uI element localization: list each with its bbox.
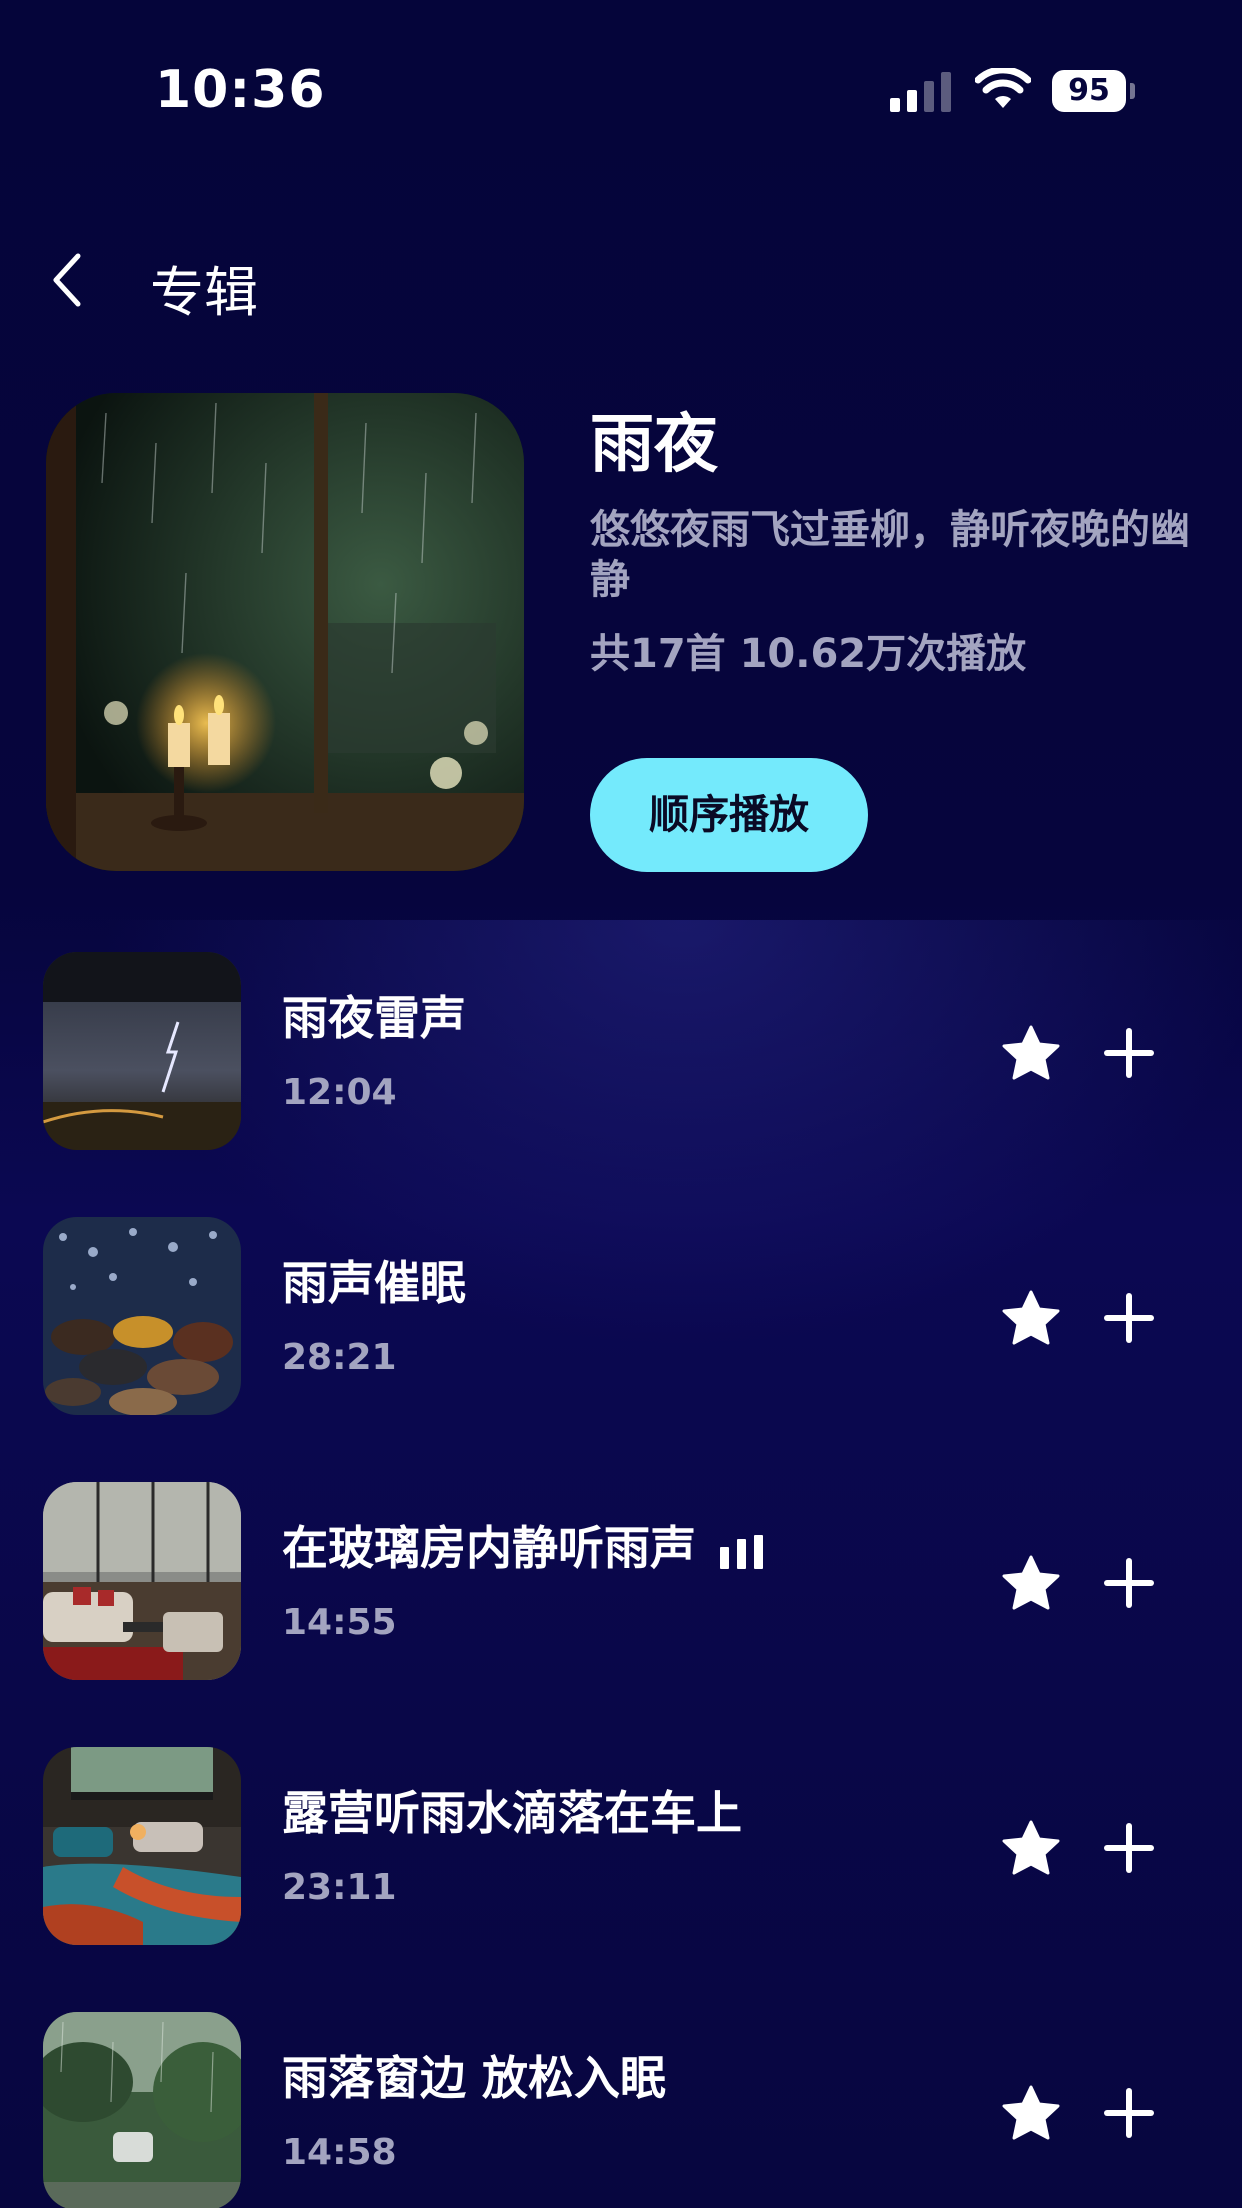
signal-icon: [890, 72, 951, 112]
star-icon[interactable]: [1000, 1289, 1062, 1347]
album-description: 悠悠夜雨飞过垂柳，静听夜晚的幽静: [590, 507, 1190, 603]
track-title: 雨落窗边 放松入眠: [282, 2042, 666, 2108]
track-duration: 12:04: [282, 1072, 397, 1113]
star-icon[interactable]: [1000, 1554, 1062, 1612]
star-icon[interactable]: [1000, 1819, 1062, 1877]
track-thumbnail: [43, 2012, 241, 2208]
plus-icon[interactable]: [1104, 1028, 1154, 1078]
track-thumbnail: [43, 952, 241, 1150]
battery-icon: 95: [1052, 70, 1135, 112]
track-thumbnail: [43, 1482, 241, 1680]
track-title: 雨夜雷声: [282, 982, 466, 1048]
track-row[interactable]: 雨声催眠 28:21: [0, 1217, 1242, 1417]
plus-icon[interactable]: [1104, 1823, 1154, 1873]
track-title: 露营听雨水滴落在车上: [282, 1777, 742, 1843]
track-thumbnail: [43, 1747, 241, 1945]
track-duration: 23:11: [282, 1867, 397, 1908]
plus-icon[interactable]: [1104, 2088, 1154, 2138]
track-title-text: 露营听雨水滴落在车上: [282, 1786, 742, 1840]
wifi-icon: [975, 68, 1031, 108]
track-row[interactable]: 雨夜雷声 12:04: [0, 952, 1242, 1152]
track-title-text: 雨声催眠: [282, 1256, 466, 1310]
plus-icon[interactable]: [1104, 1558, 1154, 1608]
plus-icon[interactable]: [1104, 1293, 1154, 1343]
now-playing-icon: [720, 1534, 763, 1569]
star-icon[interactable]: [1000, 1024, 1062, 1082]
track-title-text: 雨落窗边 放松入眠: [282, 2051, 667, 2105]
track-list: 雨夜雷声 12:04 雨声催眠 28:21 在玻璃房内静听雨声 14:55 露营…: [0, 920, 1242, 2208]
status-time: 10:36: [155, 60, 326, 120]
album-header: 雨夜 悠悠夜雨飞过垂柳，静听夜晚的幽静 共17首 10.62万次播放 顺序播放: [0, 393, 1242, 873]
track-row[interactable]: 雨落窗边 放松入眠 14:58: [0, 2012, 1242, 2208]
battery-level: 95: [1052, 70, 1126, 112]
sequential-play-button[interactable]: 顺序播放: [590, 758, 868, 872]
track-row[interactable]: 在玻璃房内静听雨声 14:55: [0, 1482, 1242, 1682]
chevron-left-icon[interactable]: [48, 250, 88, 310]
battery-tip: [1130, 83, 1135, 99]
track-title-text: 雨夜雷声: [282, 991, 466, 1045]
album-title: 雨夜: [590, 408, 718, 482]
track-thumbnail: [43, 1217, 241, 1415]
track-duration: 14:55: [282, 1602, 397, 1643]
track-title: 在玻璃房内静听雨声: [282, 1512, 764, 1578]
track-title: 雨声催眠: [282, 1247, 466, 1313]
track-row[interactable]: 露营听雨水滴落在车上 23:11: [0, 1747, 1242, 1947]
album-stats: 共17首 10.62万次播放: [590, 631, 1027, 677]
nav-bar: 专辑: [0, 240, 1242, 324]
page-title: 专辑: [150, 261, 258, 324]
album-cover-image: [46, 393, 524, 871]
star-icon[interactable]: [1000, 2084, 1062, 2142]
track-duration: 28:21: [282, 1337, 397, 1378]
status-bar: 10:36 95: [0, 0, 1242, 185]
track-duration: 14:58: [282, 2132, 397, 2173]
track-title-text: 在玻璃房内静听雨声: [282, 1521, 696, 1575]
